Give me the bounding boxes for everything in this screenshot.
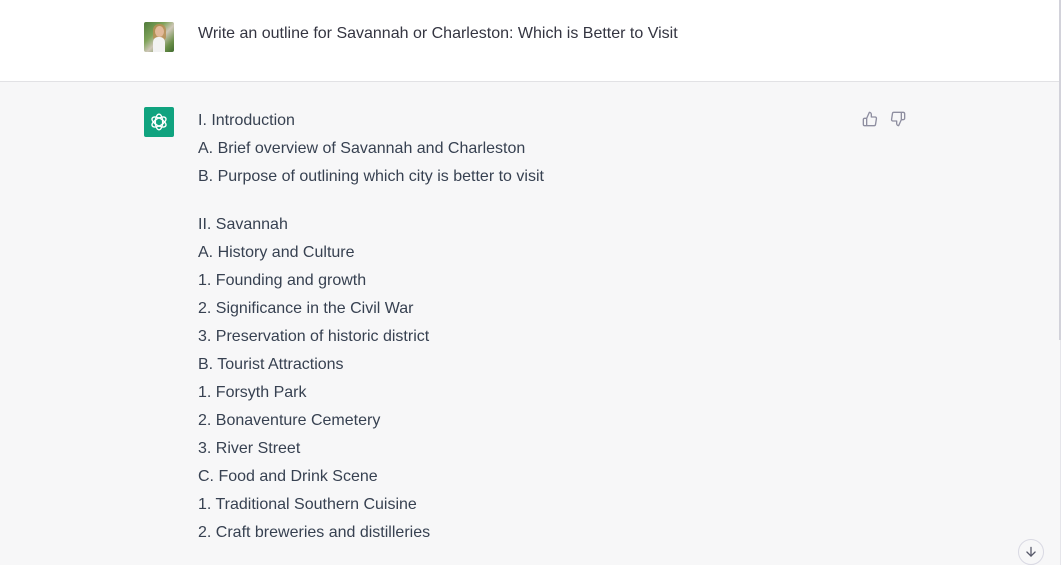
user-message-row: Write an outline for Savannah or Charles…	[0, 0, 1060, 82]
thumbs-up-button[interactable]	[862, 110, 878, 128]
outline-line: 2. Significance in the Civil War	[198, 300, 414, 317]
outline-line: II. Savannah	[198, 216, 288, 233]
user-avatar	[144, 22, 174, 52]
openai-logo-icon	[144, 107, 174, 137]
outline-line: 1. Traditional Southern Cuisine	[198, 496, 417, 513]
assistant-message-content: I. Introduction A. Brief overview of Sav…	[198, 110, 544, 550]
thumbs-up-icon	[862, 111, 878, 127]
outline-line: 3. River Street	[198, 440, 301, 457]
thumbs-down-icon	[890, 111, 906, 127]
outline-line: 2. Craft breweries and distilleries	[198, 524, 431, 541]
outline-line: 1. Forsyth Park	[198, 384, 307, 401]
outline-line: 3. Preservation of historic district	[198, 328, 430, 345]
arrow-down-icon	[1026, 546, 1036, 557]
outline-line: 1. Founding and growth	[198, 272, 367, 289]
scroll-to-bottom-button[interactable]	[1018, 539, 1044, 565]
feedback-buttons	[862, 110, 906, 128]
outline-line: I. Introduction	[198, 112, 295, 129]
outline-line: B. Tourist Attractions	[198, 356, 344, 373]
thumbs-down-button[interactable]	[890, 110, 906, 128]
outline-line: C. Food and Drink Scene	[198, 468, 378, 485]
outline-block-introduction: I. Introduction A. Brief overview of Sav…	[198, 110, 544, 194]
outline-block-savannah: II. Savannah A. History and Culture 1. F…	[198, 214, 544, 550]
outline-line: 2. Bonaventure Cemetery	[198, 412, 381, 429]
user-message-text: Write an outline for Savannah or Charles…	[198, 25, 678, 42]
outline-line: A. History and Culture	[198, 244, 355, 261]
outline-line: B. Purpose of outlining which city is be…	[198, 168, 544, 185]
outline-line: A. Brief overview of Savannah and Charle…	[198, 140, 526, 157]
